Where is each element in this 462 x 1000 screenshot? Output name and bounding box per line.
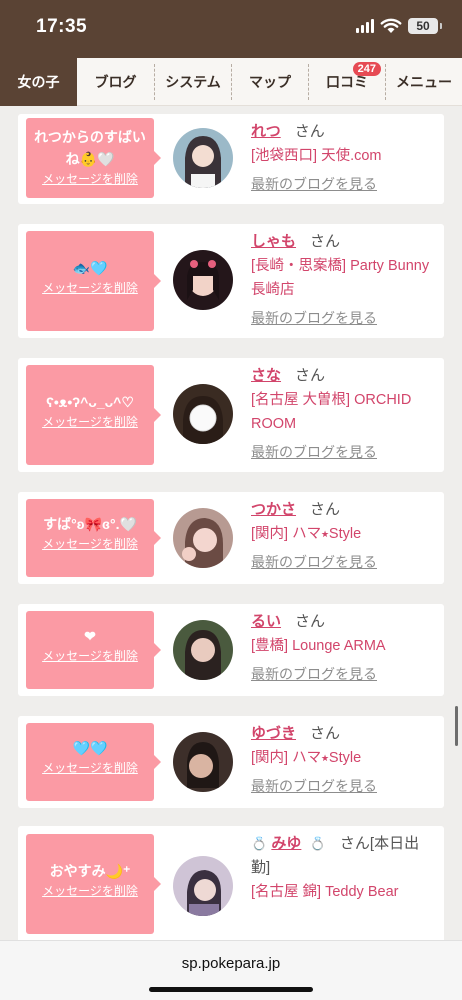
delete-message-link[interactable]: メッセージを削除 [26,647,154,665]
avatar[interactable] [173,856,233,916]
list-item: おやすみ🌙⁺ メッセージを削除 💍 みゆ 💍 さん[本日出勤] [名古屋 錦] … [18,826,444,940]
girl-name-link[interactable]: みゆ [271,835,301,852]
message-text: 🩵🩵 [72,740,108,756]
girl-info: るい さん [豊橋] Lounge ARMA 最新のブログを見る [251,610,436,686]
latest-blog-link[interactable]: 最新のブログを見る [251,172,436,196]
honorific: さん [310,233,341,250]
status-time: 17:35 [36,16,88,37]
girl-info: つかさ さん [関内] ハマ⭑Style 最新のブログを見る [251,498,436,574]
latest-blog-link[interactable]: 最新のブログを見る [251,550,436,574]
status-icons: 50 [356,18,442,34]
girl-info: れつ さん [池袋西口] 天使.com 最新のブログを見る [251,120,436,196]
message-bubble: すば°ʚ🎀ɞ°.🤍 メッセージを削除 [26,499,161,577]
signal-icon [356,19,374,33]
shop-link[interactable]: [関内] ハマ⭑Style [251,522,436,546]
message-bubble: ʕ•ᴥ•ʔ^ᴗ_ᴗ^♡ メッセージを削除 [26,365,161,465]
message-text: れつからのすばいね👶🤍 [34,129,146,167]
tab-girls[interactable]: 女の子 [0,58,77,106]
review-count-badge: 247 [352,62,381,76]
girl-name-link[interactable]: しゃも [251,233,296,250]
avatar[interactable] [173,732,233,792]
delete-message-link[interactable]: メッセージを削除 [26,170,154,188]
list-item: ʕ•ᴥ•ʔ^ᴗ_ᴗ^♡ メッセージを削除 さな さん [名古屋 大曽根] ORCH… [18,358,444,472]
girl-info: しゃも さん [長崎・思案橋] Party Bunny 長崎店 最新のブログを見る [251,230,436,330]
battery-icon: 50 [408,18,442,34]
girl-name-link[interactable]: れつ [251,123,281,140]
avatar[interactable] [173,250,233,310]
message-text: 🐟🩵 [72,260,108,276]
tab-label: マップ [249,74,291,90]
avatar[interactable] [173,128,233,188]
wifi-icon [380,18,402,33]
tab-menu[interactable]: メニュー [386,58,462,106]
ring-icon: 💍 [251,836,268,851]
avatar[interactable] [173,384,233,444]
shop-link[interactable]: [池袋西口] 天使.com [251,144,436,168]
browser-address-bar[interactable]: sp.pokepara.jp [0,940,462,1000]
home-indicator[interactable] [149,987,313,992]
scrollbar[interactable] [455,706,458,746]
message-text: ʕ•ᴥ•ʔ^ᴗ_ᴗ^♡ [46,394,134,410]
girl-name-link[interactable]: つかさ [251,501,296,518]
shop-link[interactable]: [豊橋] Lounge ARMA [251,634,436,658]
delete-message-link[interactable]: メッセージを削除 [26,279,154,297]
message-bubble: おやすみ🌙⁺ メッセージを削除 [26,834,161,934]
message-list: れつからのすばいね👶🤍 メッセージを削除 れつ さん [池袋西口] 天使.com … [0,106,462,940]
delete-message-link[interactable]: メッセージを削除 [26,882,154,900]
honorific: さん [294,123,325,140]
latest-blog-link[interactable]: 最新のブログを見る [251,440,436,464]
message-text: すば°ʚ🎀ɞ°.🤍 [43,516,137,532]
girl-name-link[interactable]: るい [251,613,281,630]
shop-link[interactable]: [名古屋 大曽根] ORCHID ROOM [251,388,436,436]
girl-info: さな さん [名古屋 大曽根] ORCHID ROOM 最新のブログを見る [251,364,436,464]
honorific: さん [310,725,341,742]
ring-icon: 💍 [309,836,326,851]
tab-blog[interactable]: ブログ [77,58,154,106]
nav-tabs: 女の子 ブログ システム マップ 口コミ 247 メニュー [0,58,462,106]
honorific: さん [295,367,326,384]
tab-label: メニュー [396,74,452,90]
shop-link[interactable]: [長崎・思案橋] Party Bunny 長崎店 [251,254,436,302]
girl-info: ゆづき さん [関内] ハマ⭑Style 最新のブログを見る [251,722,436,798]
list-item: 🐟🩵 メッセージを削除 しゃも さん [長崎・思案橋] Party Bunny 長… [18,224,444,338]
latest-blog-link[interactable]: 最新のブログを見る [251,662,436,686]
delete-message-link[interactable]: メッセージを削除 [26,535,154,553]
avatar[interactable] [173,508,233,568]
tab-system[interactable]: システム [155,58,231,106]
girl-info: 💍 みゆ 💍 さん[本日出勤] [名古屋 錦] Teddy Bear [251,832,436,904]
tab-reviews[interactable]: 口コミ 247 [309,58,385,106]
message-bubble: 🐟🩵 メッセージを削除 [26,231,161,331]
tab-label: 女の子 [17,74,60,90]
tab-label: ブログ [94,74,137,90]
list-item: すば°ʚ🎀ɞ°.🤍 メッセージを削除 つかさ さん [関内] ハマ⭑Style 最… [18,492,444,584]
message-bubble: れつからのすばいね👶🤍 メッセージを削除 [26,118,161,198]
message-bubble: ❤︎ メッセージを削除 [26,611,161,689]
tab-label: システム [165,74,221,90]
girl-name-link[interactable]: ゆづき [251,725,296,742]
avatar[interactable] [173,620,233,680]
tab-map[interactable]: マップ [232,58,308,106]
honorific: さん [295,613,326,630]
delete-message-link[interactable]: メッセージを削除 [26,759,154,777]
list-item: 🩵🩵 メッセージを削除 ゆづき さん [関内] ハマ⭑Style 最新のブログを見… [18,716,444,808]
shop-link[interactable]: [関内] ハマ⭑Style [251,746,436,770]
latest-blog-link[interactable]: 最新のブログを見る [251,306,436,330]
status-bar: 17:35 50 [0,0,462,58]
honorific: さん [310,501,341,518]
shop-link[interactable]: [名古屋 錦] Teddy Bear [251,880,436,904]
message-text: ❤︎ [84,628,96,644]
list-item: ❤︎ メッセージを削除 るい さん [豊橋] Lounge ARMA 最新のブログ… [18,604,444,696]
message-bubble: 🩵🩵 メッセージを削除 [26,723,161,801]
delete-message-link[interactable]: メッセージを削除 [26,413,154,431]
list-item: れつからのすばいね👶🤍 メッセージを削除 れつ さん [池袋西口] 天使.com … [18,114,444,204]
message-text: おやすみ🌙⁺ [49,863,131,879]
url-text[interactable]: sp.pokepara.jp [0,955,462,972]
latest-blog-link[interactable]: 最新のブログを見る [251,774,436,798]
girl-name-link[interactable]: さな [251,367,281,384]
